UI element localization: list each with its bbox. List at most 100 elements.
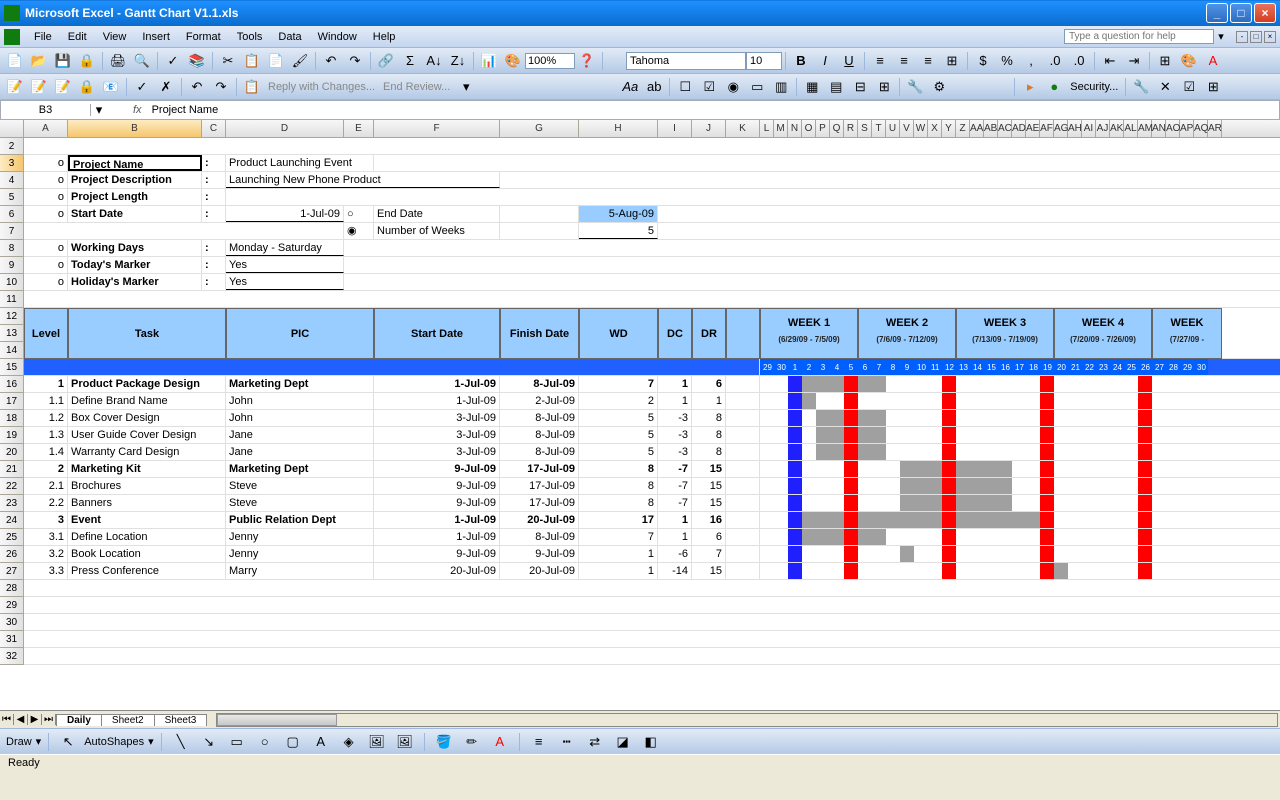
research-icon[interactable]: 📚 (186, 50, 208, 72)
row-header-32[interactable]: 32 (0, 648, 24, 665)
col-header-AM[interactable]: AM (1138, 120, 1152, 137)
font-color-icon[interactable]: A (1202, 50, 1224, 72)
row-header-11[interactable]: 11 (0, 291, 24, 308)
tb3-2[interactable]: ab (643, 76, 665, 98)
col-header-AD[interactable]: AD (1012, 120, 1026, 137)
format-painter-icon[interactable]: 🖌 (289, 50, 311, 72)
row-header-31[interactable]: 31 (0, 631, 24, 648)
col-header-AF[interactable]: AF (1040, 120, 1054, 137)
tb3-9[interactable]: ▤ (825, 76, 847, 98)
row-header-25[interactable]: 25 (0, 529, 24, 546)
col-header-AA[interactable]: AA (970, 120, 984, 137)
row-header-6[interactable]: 6 (0, 206, 24, 223)
col-header-AJ[interactable]: AJ (1096, 120, 1110, 137)
align-center-icon[interactable]: ≡ (893, 50, 915, 72)
chart-icon[interactable]: 📊 (478, 50, 500, 72)
col-header-Q[interactable]: Q (830, 120, 844, 137)
tb4-2[interactable]: ● (1043, 76, 1065, 98)
row-header-14[interactable]: 14 (0, 342, 24, 359)
doc-minimize[interactable]: - (1236, 31, 1248, 43)
row-header-26[interactable]: 26 (0, 546, 24, 563)
shadow-icon[interactable]: ◪ (612, 731, 634, 753)
diagram-icon[interactable]: ◈ (338, 731, 360, 753)
line-style-icon[interactable]: ≡ (528, 731, 550, 753)
spreadsheet-grid[interactable]: ABCDEFGHIJKLMNOPQRSTUVWXYZAAABACADAEAFAG… (0, 120, 1280, 710)
sort-asc-icon[interactable]: A↓ (423, 50, 445, 72)
print-icon[interactable]: 🖨 (107, 50, 129, 72)
doc-close[interactable]: × (1264, 31, 1276, 43)
col-header-H[interactable]: H (579, 120, 658, 137)
3d-icon[interactable]: ◧ (640, 731, 662, 753)
col-header-AG[interactable]: AG (1054, 120, 1068, 137)
row-header-7[interactable]: 7 (0, 223, 24, 240)
row-header-4[interactable]: 4 (0, 172, 24, 189)
tab-first[interactable]: ⏮ (0, 714, 14, 725)
row-header-30[interactable]: 30 (0, 614, 24, 631)
column-headers[interactable]: ABCDEFGHIJKLMNOPQRSTUVWXYZAAABACADAEAFAG… (24, 120, 1280, 138)
col-header-AI[interactable]: AI (1082, 120, 1096, 137)
help-dropdown[interactable]: ▾ (1214, 30, 1228, 43)
align-left-icon[interactable]: ≡ (869, 50, 891, 72)
borders-icon[interactable]: ⊞ (1154, 50, 1176, 72)
menu-view[interactable]: View (95, 29, 135, 45)
font-size-select[interactable] (746, 52, 782, 70)
arrow-icon[interactable]: ↘ (198, 731, 220, 753)
tb3-8[interactable]: ▦ (801, 76, 823, 98)
tb3-5[interactable]: ◉ (722, 76, 744, 98)
menu-window[interactable]: Window (310, 29, 365, 45)
new-icon[interactable]: 📄 (4, 50, 26, 72)
col-header-T[interactable]: T (872, 120, 886, 137)
row-header-3[interactable]: 3 (0, 155, 24, 172)
menu-file[interactable]: File (26, 29, 60, 45)
row-header-20[interactable]: 20 (0, 444, 24, 461)
sort-desc-icon[interactable]: Z↓ (447, 50, 469, 72)
col-header-U[interactable]: U (886, 120, 900, 137)
fill-color-icon[interactable]: 🎨 (1178, 50, 1200, 72)
increase-decimal-icon[interactable]: .0 (1044, 50, 1066, 72)
doc-restore[interactable]: □ (1250, 31, 1262, 43)
menu-help[interactable]: Help (365, 29, 404, 45)
row-header-10[interactable]: 10 (0, 274, 24, 291)
tb2-7[interactable]: ✗ (155, 76, 177, 98)
tb3-4[interactable]: ☑ (698, 76, 720, 98)
tb2-3[interactable]: 📝 (52, 76, 74, 98)
col-header-P[interactable]: P (816, 120, 830, 137)
col-header-R[interactable]: R (844, 120, 858, 137)
row-header-12[interactable]: 12 (0, 308, 24, 325)
select-objects-icon[interactable]: ↖ (57, 731, 79, 753)
row-headers[interactable]: 2345678910111213141516171819202122232425… (0, 138, 24, 665)
wordart-icon[interactable]: A (310, 731, 332, 753)
col-header-C[interactable]: C (202, 120, 226, 137)
col-header-B[interactable]: B (68, 120, 202, 137)
formula-input[interactable]: Project Name (148, 104, 1279, 116)
autosum-icon[interactable]: Σ (399, 50, 421, 72)
font-name-select[interactable] (626, 52, 746, 70)
tab-last[interactable]: ⏭ (42, 714, 56, 725)
col-header-M[interactable]: M (774, 120, 788, 137)
help-icon[interactable]: ❓ (576, 50, 598, 72)
close-button[interactable]: × (1254, 3, 1276, 23)
row-header-29[interactable]: 29 (0, 597, 24, 614)
col-header-N[interactable]: N (788, 120, 802, 137)
help-search[interactable] (1064, 29, 1214, 44)
line-color-icon[interactable]: ✏ (461, 731, 483, 753)
row-header-13[interactable]: 13 (0, 325, 24, 342)
save-icon[interactable]: 💾 (52, 50, 74, 72)
tb3-13[interactable]: ⚙ (928, 76, 950, 98)
tab-next[interactable]: ▶ (28, 714, 42, 725)
row-header-27[interactable]: 27 (0, 563, 24, 580)
col-header-Y[interactable]: Y (942, 120, 956, 137)
col-header-E[interactable]: E (344, 120, 374, 137)
row-header-9[interactable]: 9 (0, 257, 24, 274)
sheet-tab-daily[interactable]: Daily (56, 714, 102, 726)
underline-button[interactable]: U (838, 50, 860, 72)
zoom-select[interactable] (525, 53, 575, 69)
spell-icon[interactable]: ✓ (162, 50, 184, 72)
preview-icon[interactable]: 🔍 (131, 50, 153, 72)
tb2-6[interactable]: ✓ (131, 76, 153, 98)
cells[interactable]: oProject Name:Product Launching EventoPr… (24, 138, 1280, 710)
tb3-6[interactable]: ▭ (746, 76, 768, 98)
row-header-28[interactable]: 28 (0, 580, 24, 597)
security-label[interactable]: Security... (1066, 81, 1122, 93)
menu-edit[interactable]: Edit (60, 29, 95, 45)
